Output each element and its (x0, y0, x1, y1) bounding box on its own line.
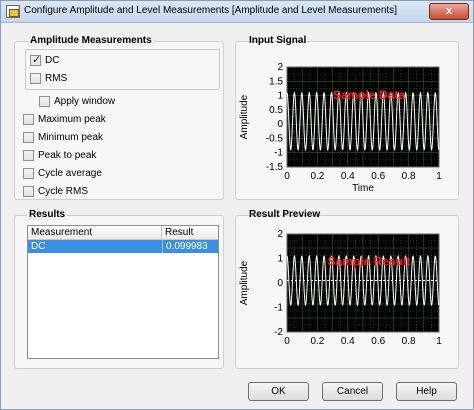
cancel-button[interactable]: Cancel (322, 382, 383, 401)
x-tick-label: 1 (436, 171, 442, 182)
y-tick-label: 2 (277, 62, 283, 73)
x-axis-label: Time (352, 183, 374, 194)
x-tick-label: 0.2 (310, 171, 324, 182)
cycle-average-label: Cycle average (38, 167, 102, 179)
x-tick-label: 0.6 (371, 336, 385, 347)
checkbox-apply-window[interactable]: Apply window (39, 94, 115, 108)
y-tick-label: 0 (277, 119, 283, 130)
result-preview-chart: Sample Result210-1-20 0.2 0.4 0.6 0.8 1Amplit… (239, 229, 442, 347)
rms-label: RMS (45, 72, 68, 84)
dc-checkbox-box[interactable] (30, 53, 41, 66)
y-tick-label: 0 (277, 278, 283, 289)
sample-watermark: Sample Result (328, 254, 411, 268)
help-button[interactable]: Help (396, 382, 457, 401)
checkbox-dc[interactable]: DC (30, 53, 59, 67)
y-axis-label: Amplitude (239, 94, 250, 139)
checkbox-peak-to-peak[interactable]: Peak to peak (23, 148, 96, 162)
x-tick-label: 0 (284, 171, 290, 182)
y-tick-label: -1.5 (266, 162, 284, 173)
minimum-peak-label: Minimum peak (38, 131, 104, 143)
x-tick-label: 1 (436, 336, 442, 347)
column-header-result[interactable]: Result (162, 226, 218, 240)
minimum-peak-checkbox-box[interactable] (23, 131, 34, 143)
checkbox-rms[interactable]: RMS (30, 71, 67, 85)
ok-button[interactable]: OK (248, 382, 309, 401)
x-tick-label: 0.4 (341, 336, 355, 347)
title-bar[interactable]: Configure Amplitude and Level Measuremen… (1, 1, 473, 23)
y-tick-label: -1 (274, 148, 283, 159)
rms-checkbox-box[interactable] (30, 72, 41, 84)
cycle-rms-label: Cycle RMS (38, 185, 89, 197)
dialog-window: Configure Amplitude and Level Measuremen… (0, 0, 474, 410)
window-title: Configure Amplitude and Level Measuremen… (24, 5, 397, 16)
x-tick-label: 0.8 (402, 336, 416, 347)
y-tick-label: 1 (277, 91, 283, 102)
x-tick-label: 0.6 (371, 171, 385, 182)
cycle-average-checkbox-box[interactable] (23, 167, 34, 179)
y-tick-label: -2 (274, 327, 283, 338)
x-tick-label: 0 (284, 336, 290, 347)
y-axis-label: Amplitude (239, 260, 250, 305)
x-tick-label: 0.2 (310, 336, 324, 347)
close-button[interactable]: x (429, 3, 469, 20)
apply-window-checkbox-box[interactable] (39, 95, 50, 107)
y-tick-label: 0.5 (269, 105, 283, 116)
results-title: Results (27, 209, 68, 220)
y-tick-label: 1 (277, 254, 283, 265)
results-table[interactable]: Measurement Result DC 0.099983 (27, 225, 219, 359)
cell-measurement: DC (31, 241, 46, 252)
cell-result: 0.099983 (162, 240, 218, 253)
peak-to-peak-label: Peak to peak (38, 149, 97, 161)
apply-window-label: Apply window (54, 95, 116, 107)
checkbox-maximum-peak[interactable]: Maximum peak (23, 112, 106, 126)
y-tick-label: 2 (277, 229, 283, 240)
maximum-peak-label: Maximum peak (38, 113, 106, 125)
checkbox-cycle-rms[interactable]: Cycle RMS (23, 184, 88, 198)
cycle-rms-checkbox-box[interactable] (23, 185, 34, 197)
x-tick-label: 0.4 (341, 171, 355, 182)
y-tick-label: -0.5 (266, 133, 284, 144)
maximum-peak-checkbox-box[interactable] (23, 113, 34, 125)
checkbox-minimum-peak[interactable]: Minimum peak (23, 130, 103, 144)
close-icon: x (445, 5, 453, 17)
sample-watermark: Sample Data (333, 88, 405, 102)
amplitude-measurements-title: Amplitude Measurements (28, 35, 154, 46)
table-row[interactable]: DC 0.099983 (28, 240, 218, 253)
x-tick-label: 0.8 (402, 171, 416, 182)
app-icon (6, 5, 20, 18)
dc-label: DC (45, 54, 60, 66)
y-tick-label: -1 (274, 303, 283, 314)
checkbox-cycle-average[interactable]: Cycle average (23, 166, 102, 180)
input-signal-chart: Sample Data21.510.50-0.5-1-1.50 0.2 0.4 0.6… (239, 62, 442, 194)
column-header-measurement[interactable]: Measurement (28, 226, 162, 240)
y-tick-label: 1.5 (269, 76, 283, 87)
peak-to-peak-checkbox-box[interactable] (23, 149, 34, 161)
